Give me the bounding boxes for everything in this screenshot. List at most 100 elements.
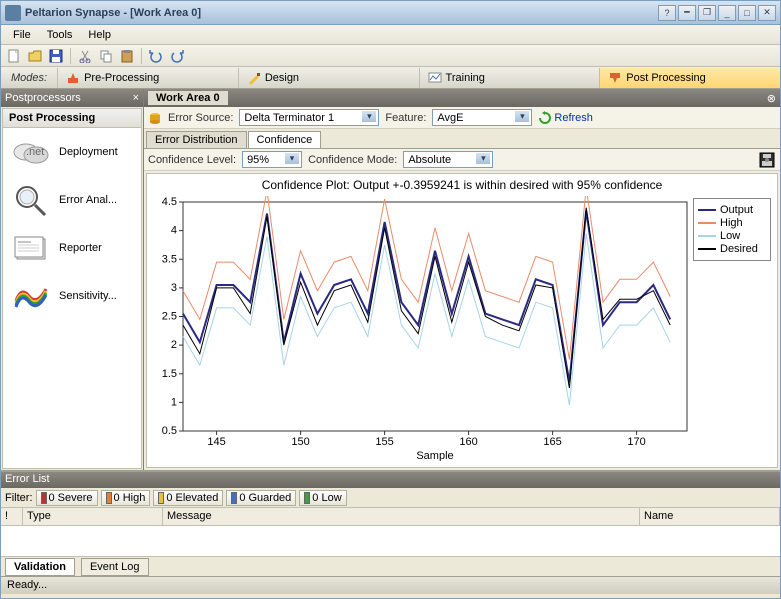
error-list: Error List Filter: 0 Severe0 High0 Eleva… — [1, 470, 780, 576]
error-source-label: Error Source: — [168, 112, 233, 124]
conf-level-select[interactable]: 95% — [242, 151, 302, 168]
content-tabbar: Work Area 0 ⊗ — [144, 89, 780, 107]
titlebar: Peltarion Synapse - [Work Area 0] ? ━ ❐ … — [1, 1, 780, 25]
filter-elevated[interactable]: 0 Elevated — [153, 490, 223, 506]
menu-tools[interactable]: Tools — [39, 27, 81, 43]
subtab-error-distribution[interactable]: Error Distribution — [146, 131, 247, 148]
filter-low[interactable]: 0 Low — [299, 490, 346, 506]
disk-icon[interactable] — [758, 151, 776, 169]
col-type[interactable]: Type — [23, 508, 163, 525]
error-table-body — [1, 526, 780, 556]
menu-file[interactable]: File — [5, 27, 39, 43]
svg-text:145: 145 — [207, 436, 225, 448]
tab-event-log[interactable]: Event Log — [81, 558, 149, 576]
sidebar-header: Postprocessors × — [1, 89, 143, 107]
copy-icon[interactable] — [97, 47, 115, 65]
pin-icon[interactable]: ⊗ — [767, 92, 776, 105]
redo-icon[interactable] — [168, 47, 186, 65]
maximize-button[interactable]: □ — [738, 5, 756, 21]
source-row: Error Source: Delta Terminator 1 Feature… — [144, 107, 780, 129]
sidebar-title: Post Processing — [3, 109, 141, 128]
legend-high: High — [698, 217, 766, 229]
sensitivity-icon — [9, 278, 53, 314]
svg-text:3: 3 — [171, 282, 177, 294]
col-bang[interactable]: ! — [1, 508, 23, 525]
error-source-select[interactable]: Delta Terminator 1 — [239, 109, 379, 126]
statusbar: Ready... — [1, 576, 780, 594]
svg-text:165: 165 — [543, 436, 561, 448]
minimize2-button[interactable]: _ — [718, 5, 736, 21]
svg-text:4: 4 — [171, 225, 177, 237]
menubar: File Tools Help — [1, 25, 780, 45]
feature-select[interactable]: AvgE — [432, 109, 532, 126]
chart-title: Confidence Plot: Output +-0.3959241 is w… — [147, 174, 777, 196]
error-table-header: ! Type Message Name — [1, 508, 780, 526]
refresh-button[interactable]: Refresh — [538, 111, 593, 125]
mode-design[interactable]: Design — [238, 68, 419, 88]
save-icon[interactable] — [47, 47, 65, 65]
conf-mode-select[interactable]: Absolute — [403, 151, 493, 168]
filter-row: Filter: 0 Severe0 High0 Elevated0 Guarde… — [1, 488, 780, 508]
sidebar: Postprocessors × Post Processing .net De… — [1, 89, 144, 470]
help-button[interactable]: ? — [658, 5, 676, 21]
svg-text:2.5: 2.5 — [162, 311, 177, 323]
sidebar-header-label: Postprocessors — [5, 92, 81, 104]
bottom-tabs: Validation Event Log — [1, 556, 780, 576]
svg-text:160: 160 — [459, 436, 477, 448]
filter-severe[interactable]: 0 Severe — [36, 490, 98, 506]
window-controls: ? ━ ❐ _ □ ✕ — [658, 5, 776, 21]
filter-high[interactable]: 0 High — [101, 490, 151, 506]
restore-button[interactable]: ❐ — [698, 5, 716, 21]
deployment-icon: .net — [9, 134, 53, 170]
undo-icon[interactable] — [147, 47, 165, 65]
tab-validation[interactable]: Validation — [5, 558, 75, 576]
svg-text:1: 1 — [171, 396, 177, 408]
sidebar-close-icon[interactable]: × — [133, 92, 139, 104]
conf-level-label: Confidence Level: — [148, 154, 236, 166]
sidebar-item-error-analysis[interactable]: Error Anal... — [3, 176, 141, 224]
main-area: Postprocessors × Post Processing .net De… — [1, 89, 780, 470]
mode-training[interactable]: Training — [419, 68, 600, 88]
svg-text:4.5: 4.5 — [162, 196, 177, 208]
col-message[interactable]: Message — [163, 508, 640, 525]
minimize-button[interactable]: ━ — [678, 5, 696, 21]
svg-text:155: 155 — [375, 436, 393, 448]
sidebar-item-reporter[interactable]: Reporter — [3, 224, 141, 272]
col-name[interactable]: Name — [640, 508, 780, 525]
conf-mode-label: Confidence Mode: — [308, 154, 397, 166]
paste-icon[interactable] — [118, 47, 136, 65]
svg-text:170: 170 — [627, 436, 645, 448]
mode-preprocessing[interactable]: Pre-Processing — [57, 68, 238, 88]
new-icon[interactable] — [5, 47, 23, 65]
close-button[interactable]: ✕ — [758, 5, 776, 21]
toolbar — [1, 45, 780, 67]
window-title: Peltarion Synapse - [Work Area 0] — [25, 7, 658, 19]
subtab-confidence[interactable]: Confidence — [248, 131, 322, 148]
open-icon[interactable] — [26, 47, 44, 65]
modes-bar: Modes: Pre-Processing Design Training Po… — [1, 67, 780, 89]
work-area-tab[interactable]: Work Area 0 — [148, 91, 228, 105]
svg-text:2: 2 — [171, 339, 177, 351]
app-icon — [5, 5, 21, 21]
sidebar-panel: Post Processing .net Deployment Error An… — [2, 108, 142, 469]
sidebar-item-deployment[interactable]: .net Deployment — [3, 128, 141, 176]
feature-label: Feature: — [385, 112, 426, 124]
confidence-row: Confidence Level: 95% Confidence Mode: A… — [144, 149, 780, 171]
newspaper-icon — [9, 230, 53, 266]
svg-text:0.5: 0.5 — [162, 425, 177, 437]
cut-icon[interactable] — [76, 47, 94, 65]
subtabs: Error Distribution Confidence — [144, 129, 780, 149]
legend-desired: Desired — [698, 243, 766, 255]
filter-guarded[interactable]: 0 Guarded — [226, 490, 296, 506]
svg-text:1.5: 1.5 — [162, 368, 177, 380]
chart-plot: 0.511.522.533.544.5145150155160165170Sam… — [153, 196, 693, 461]
content: Work Area 0 ⊗ Error Source: Delta Termin… — [144, 89, 780, 470]
db-icon — [148, 111, 162, 125]
chart: Confidence Plot: Output +-0.3959241 is w… — [146, 173, 778, 468]
error-list-header: Error List — [1, 472, 780, 488]
mode-postprocessing[interactable]: Post Processing — [599, 68, 780, 88]
menu-help[interactable]: Help — [80, 27, 119, 43]
svg-text:3.5: 3.5 — [162, 253, 177, 265]
svg-text:.net: .net — [26, 146, 44, 158]
sidebar-item-sensitivity[interactable]: Sensitivity... — [3, 272, 141, 320]
